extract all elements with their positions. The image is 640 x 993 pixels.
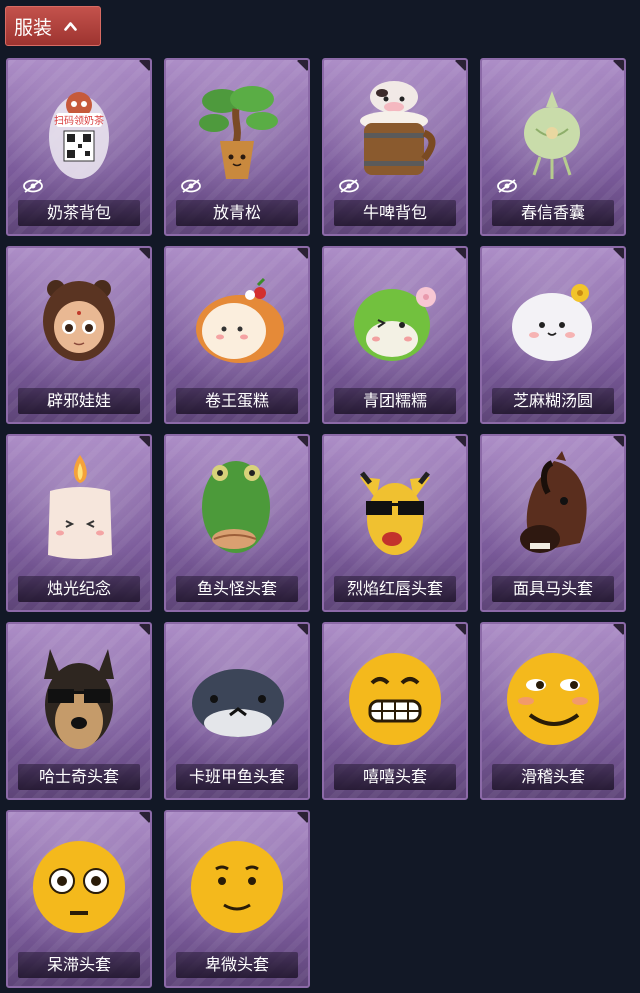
outfit-item-name: 春信香囊: [492, 200, 614, 226]
svg-text:扫码领奶茶: 扫码领奶茶: [54, 114, 104, 127]
smirk-emoji-icon: [507, 653, 599, 745]
outfit-item-card[interactable]: 嘻嘻头套: [322, 622, 468, 800]
outfit-item-name: 芝麻糊汤圆: [492, 388, 614, 414]
outfit-item-image: [166, 630, 308, 758]
outfit-section-toggle[interactable]: 服装: [5, 6, 101, 46]
outfit-item-card[interactable]: 面具马头套: [480, 434, 626, 612]
outfit-item-card[interactable]: 呆滞头套: [6, 810, 152, 988]
outfit-item-image: [324, 254, 466, 382]
outfit-item-image: 扫码领奶茶: [8, 66, 150, 194]
hidden-eye-icon[interactable]: [180, 178, 202, 194]
outfit-item-name: 牛啤背包: [334, 200, 456, 226]
outfit-item-card[interactable]: 哈士奇头套: [6, 622, 152, 800]
hidden-eye-icon[interactable]: [496, 178, 518, 194]
chevron-up-icon: [64, 22, 77, 31]
outfit-item-image: [8, 442, 150, 570]
outfit-item-image: [166, 66, 308, 194]
outfit-item-name: 卡班甲鱼头套: [176, 764, 298, 790]
outfit-item-card[interactable]: 烛光纪念: [6, 434, 152, 612]
outfit-item-card[interactable]: 鱼头怪头套: [164, 434, 310, 612]
outfit-item-name: 滑稽头套: [492, 764, 614, 790]
outfit-item-card[interactable]: 青团糯糯: [322, 246, 468, 424]
outfit-item-card[interactable]: 滑稽头套: [480, 622, 626, 800]
outfit-item-name: 烛光纪念: [18, 576, 140, 602]
outfit-item-image: [166, 818, 308, 946]
outfit-item-image: [324, 442, 466, 570]
outfit-item-image: [482, 442, 624, 570]
husky-sunglasses-icon: [44, 649, 114, 749]
flushed-emoji-icon: [33, 841, 125, 933]
outfit-item-name: 呆滞头套: [18, 952, 140, 978]
section-title: 服装: [14, 16, 53, 39]
outfit-item-name: 面具马头套: [492, 576, 614, 602]
outfit-grid: 扫码领奶茶 奶茶背包 放青松 牛啤背包 春信香囊 辟邪娃娃 卷王蛋糕 青团糯糯 …: [6, 58, 626, 988]
white-tangyuan-icon: [512, 284, 592, 361]
outfit-item-image: [166, 442, 308, 570]
green-dumpling-icon: [354, 287, 436, 361]
hidden-eye-icon[interactable]: [338, 178, 360, 194]
shy-emoji-icon: [191, 841, 283, 933]
grin-emoji-icon: [349, 653, 441, 745]
outfit-item-image: [482, 66, 624, 194]
swiss-roll-icon: [196, 277, 284, 363]
outfit-item-card[interactable]: 卡班甲鱼头套: [164, 622, 310, 800]
outfit-item-name: 烈焰红唇头套: [334, 576, 456, 602]
outfit-item-name: 青团糯糯: [334, 388, 456, 414]
outfit-item-image: [324, 630, 466, 758]
outfit-item-card[interactable]: 扫码领奶茶 奶茶背包: [6, 58, 152, 236]
cow-beer-mug-icon: [360, 81, 436, 175]
outfit-item-name: 奶茶背包: [18, 200, 140, 226]
doll-head-icon: [43, 280, 115, 361]
outfit-item-name: 嘻嘻头套: [334, 764, 456, 790]
horse-head-icon: [520, 451, 587, 553]
outfit-item-image: [8, 818, 150, 946]
outfit-item-name: 卑微头套: [176, 952, 298, 978]
candle-icon: [48, 455, 112, 559]
yellow-mask-sunglasses-icon: [360, 471, 430, 555]
outfit-item-card[interactable]: 牛啤背包: [322, 58, 468, 236]
fish-head-icon: [202, 461, 270, 553]
outfit-item-name: 辟邪娃娃: [18, 388, 140, 414]
outfit-item-name: 放青松: [176, 200, 298, 226]
outfit-item-image: [166, 254, 308, 382]
outfit-item-image: [8, 630, 150, 758]
outfit-item-card[interactable]: 放青松: [164, 58, 310, 236]
hidden-eye-icon[interactable]: [22, 178, 44, 194]
outfit-item-image: [482, 630, 624, 758]
outfit-item-name: 哈士奇头套: [18, 764, 140, 790]
outfit-item-image: [324, 66, 466, 194]
armored-fish-icon: [192, 669, 284, 737]
outfit-item-card[interactable]: 卷王蛋糕: [164, 246, 310, 424]
outfit-item-card[interactable]: 卑微头套: [164, 810, 310, 988]
sachet-icon: [524, 91, 580, 179]
outfit-item-image: [8, 254, 150, 382]
outfit-item-card[interactable]: 辟邪娃娃: [6, 246, 152, 424]
outfit-item-name: 卷王蛋糕: [176, 388, 298, 414]
bonsai-pine-icon: [199, 86, 278, 179]
outfit-item-card[interactable]: 烈焰红唇头套: [322, 434, 468, 612]
outfit-item-image: [482, 254, 624, 382]
outfit-item-card[interactable]: 芝麻糊汤圆: [480, 246, 626, 424]
outfit-item-name: 鱼头怪头套: [176, 576, 298, 602]
milk-tea-backpack-icon: 扫码领奶茶: [49, 92, 109, 179]
outfit-item-card[interactable]: 春信香囊: [480, 58, 626, 236]
